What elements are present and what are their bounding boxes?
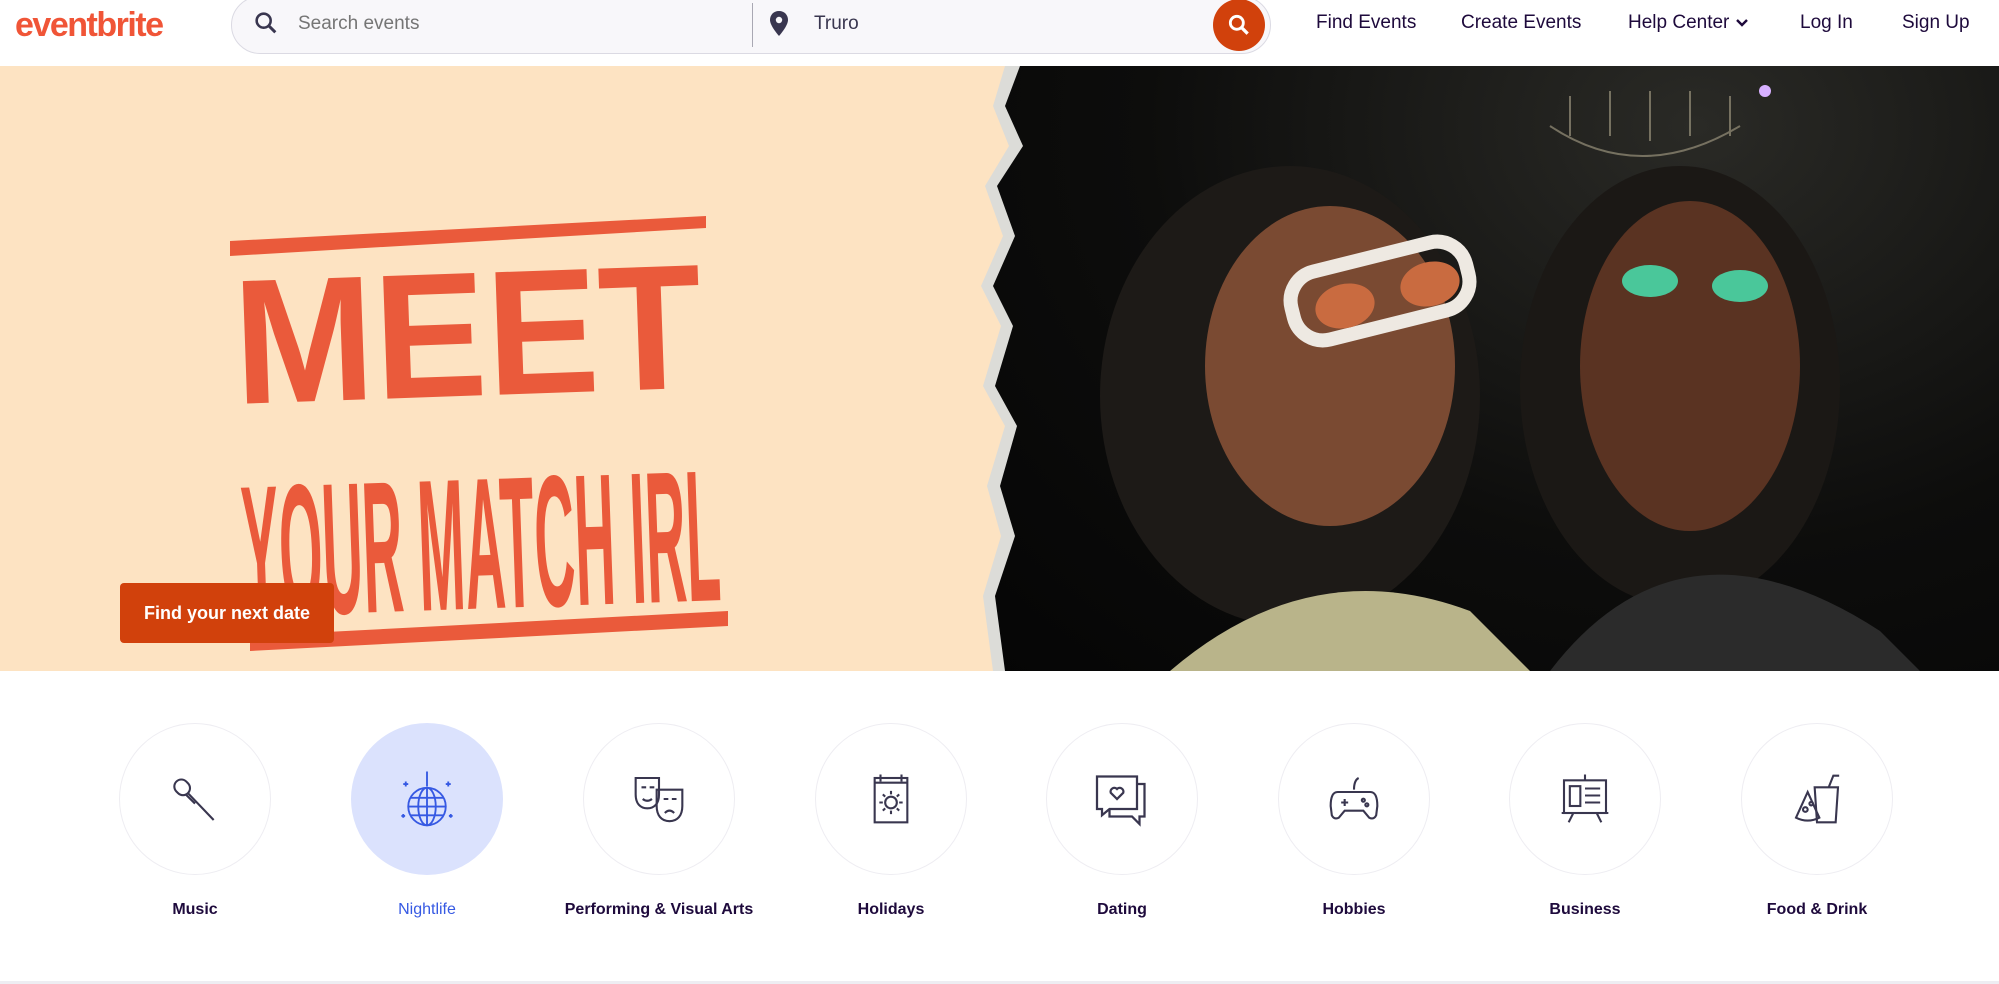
calendar-sun-icon bbox=[873, 774, 909, 824]
nav-help-center[interactable]: Help Center bbox=[1628, 12, 1749, 34]
search-button[interactable] bbox=[1213, 0, 1265, 51]
headline-line-1: MEET bbox=[230, 227, 705, 442]
category-hobbies[interactable]: Hobbies bbox=[1254, 723, 1454, 921]
nav-find-events[interactable]: Find Events bbox=[1316, 12, 1416, 34]
search-bar bbox=[231, 0, 1271, 54]
search-divider bbox=[752, 3, 753, 47]
category-label: Business bbox=[1549, 901, 1621, 918]
chevron-down-icon bbox=[1736, 19, 1749, 27]
category-label: Dating bbox=[1097, 901, 1147, 918]
category-label: Music bbox=[172, 901, 218, 918]
gamepad-icon bbox=[1329, 777, 1379, 820]
category-label: Holidays bbox=[857, 901, 925, 918]
food-drink-icon bbox=[1794, 774, 1840, 824]
location-pin-icon bbox=[768, 10, 790, 43]
torn-paper-edge bbox=[975, 66, 1023, 671]
find-next-date-button[interactable]: Find your next date bbox=[120, 583, 334, 643]
category-dating[interactable]: Dating bbox=[1022, 723, 1222, 921]
search-icon bbox=[252, 9, 280, 42]
chat-heart-icon bbox=[1095, 775, 1146, 827]
category-label: Food & Drink bbox=[1766, 901, 1868, 918]
category-business[interactable]: Business bbox=[1485, 723, 1685, 921]
presentation-board-icon bbox=[1561, 774, 1609, 823]
category-food-drink[interactable]: Food & Drink bbox=[1717, 723, 1917, 921]
nav-log-in[interactable]: Log In bbox=[1800, 12, 1853, 34]
nav-create-events[interactable]: Create Events bbox=[1461, 12, 1581, 34]
location-input[interactable] bbox=[814, 11, 1194, 37]
category-music[interactable]: Music bbox=[95, 723, 295, 921]
top-header: eventbrite Find Events Create Events Hel… bbox=[0, 0, 1999, 66]
hero-photo bbox=[990, 66, 1999, 671]
search-events-input[interactable] bbox=[298, 11, 718, 37]
search-icon bbox=[1228, 14, 1249, 35]
category-label: Performing & Visual Arts bbox=[564, 901, 754, 918]
category-label: Hobbies bbox=[1322, 901, 1386, 918]
category-label: Nightlife bbox=[398, 901, 456, 918]
nav-sign-up[interactable]: Sign Up bbox=[1902, 12, 1970, 34]
category-holidays[interactable]: Holidays bbox=[791, 723, 991, 921]
theater-masks-icon bbox=[634, 776, 684, 823]
eventbrite-logo[interactable]: eventbrite bbox=[15, 6, 164, 45]
hero-banner: MEET YOUR MATCH IRL Find your next date bbox=[0, 66, 1999, 671]
category-nightlife[interactable]: Nightlife bbox=[327, 723, 527, 921]
help-center-label: Help Center bbox=[1628, 12, 1730, 33]
category-performing-visual-arts[interactable]: Performing & Visual Arts bbox=[559, 723, 759, 921]
disco-ball-icon bbox=[401, 771, 453, 827]
microphone-icon bbox=[173, 778, 215, 821]
